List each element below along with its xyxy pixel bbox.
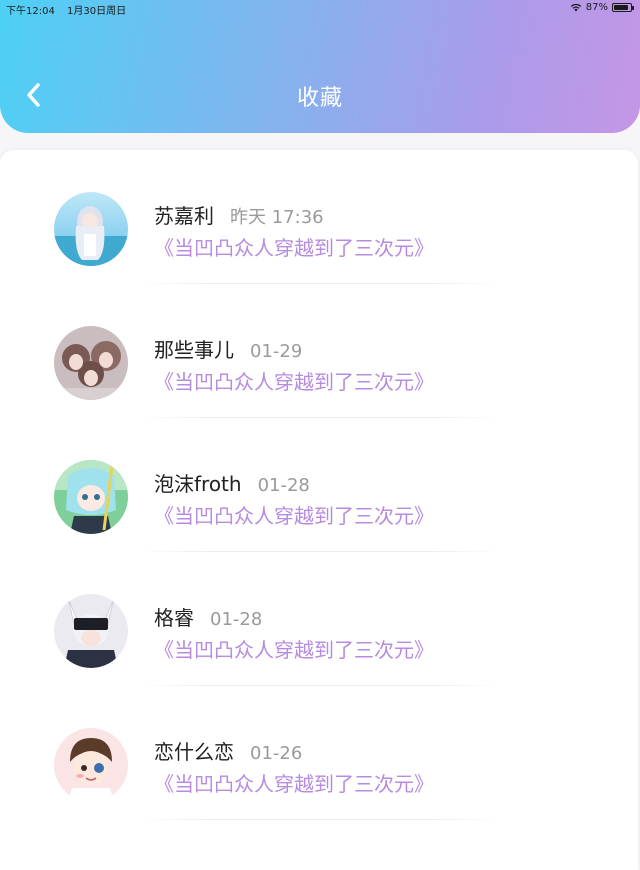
battery-icon bbox=[612, 3, 634, 12]
status-time: 下午12:04 bbox=[6, 6, 55, 17]
page-title: 收藏 bbox=[296, 86, 343, 111]
avatar[interactable] bbox=[54, 460, 128, 534]
item-book-title[interactable]: 《当凹凸众人穿越到了三次元》 bbox=[154, 634, 434, 663]
item-time: 01-29 bbox=[250, 341, 303, 362]
list-item[interactable]: 恋什么恋 01-26 《当凹凸众人穿越到了三次元》 bbox=[0, 686, 638, 820]
header-bar: 下午12:04 1月30日周日 87% 收藏 bbox=[0, 0, 640, 133]
status-date: 1月30日周日 bbox=[67, 6, 127, 17]
avatar[interactable] bbox=[54, 728, 128, 802]
battery-percent: 87% bbox=[585, 2, 608, 13]
list-item[interactable]: 泡沫froth 01-28 《当凹凸众人穿越到了三次元》 bbox=[0, 418, 638, 552]
list-item[interactable]: 那些事儿 01-29 《当凹凸众人穿越到了三次元》 bbox=[0, 284, 638, 418]
item-time: 01-26 bbox=[250, 743, 303, 764]
list-item[interactable]: 苏嘉利 昨天 17:36 《当凹凸众人穿越到了三次元》 bbox=[0, 150, 638, 284]
status-bar: 下午12:04 1月30日周日 87% bbox=[0, 0, 640, 18]
divider bbox=[140, 819, 500, 820]
item-book-title[interactable]: 《当凹凸众人穿越到了三次元》 bbox=[154, 232, 434, 261]
avatar[interactable] bbox=[54, 326, 128, 400]
item-time: 01-28 bbox=[210, 609, 263, 630]
item-name: 苏嘉利 bbox=[154, 204, 214, 228]
item-name: 格睿 bbox=[154, 606, 194, 630]
item-time: 昨天 17:36 bbox=[230, 207, 324, 228]
item-time: 01-28 bbox=[257, 475, 310, 496]
item-name: 那些事儿 bbox=[154, 338, 234, 362]
wifi-icon bbox=[570, 3, 581, 12]
item-name: 恋什么恋 bbox=[154, 740, 234, 764]
list-item[interactable]: 格睿 01-28 《当凹凸众人穿越到了三次元》 bbox=[0, 552, 638, 686]
avatar[interactable] bbox=[54, 192, 128, 266]
item-name: 泡沫froth bbox=[154, 472, 242, 496]
favorites-list: 苏嘉利 昨天 17:36 《当凹凸众人穿越到了三次元》 那些事儿 01-29 《当凹… bbox=[0, 150, 638, 870]
item-book-title[interactable]: 《当凹凸众人穿越到了三次元》 bbox=[154, 768, 434, 797]
item-book-title[interactable]: 《当凹凸众人穿越到了三次元》 bbox=[154, 500, 434, 529]
avatar[interactable] bbox=[54, 594, 128, 668]
item-book-title[interactable]: 《当凹凸众人穿越到了三次元》 bbox=[154, 366, 434, 395]
